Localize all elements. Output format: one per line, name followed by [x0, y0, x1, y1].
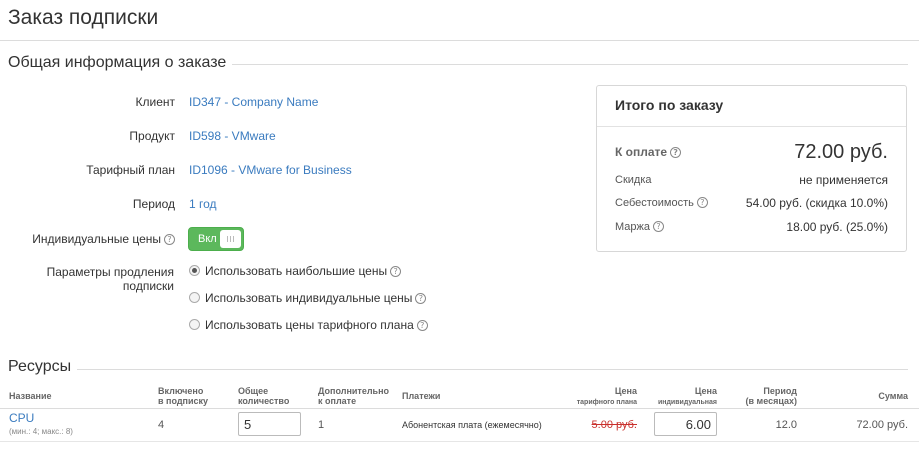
- resource-sum: 72.00 руб.: [856, 419, 908, 431]
- header-period: Период (в месяцах): [745, 386, 797, 406]
- page-title: Заказ подписки: [8, 6, 159, 29]
- order-info-title: Общая информация о заказе: [8, 54, 233, 72]
- row-divider: [0, 441, 919, 442]
- plan-label: Тарифный план: [86, 163, 175, 177]
- to-pay-value: 72.00 руб.: [794, 141, 888, 163]
- client-row: Клиент ID347 - Company Name: [0, 92, 580, 112]
- header-sum: Сумма: [878, 391, 908, 401]
- radio-unchecked[interactable]: [189, 292, 200, 303]
- renewal-label: Параметры продления подписки: [46, 265, 174, 293]
- to-pay-label: К оплате: [615, 145, 668, 159]
- header-extra: Дополнительно к оплате: [318, 386, 390, 406]
- plan-link[interactable]: ID1096 - VMware for Business: [189, 163, 352, 177]
- header-included: Включено в подписку: [158, 386, 209, 406]
- product-row: Продукт ID598 - VMware: [0, 126, 580, 146]
- help-icon[interactable]: ?: [696, 197, 708, 208]
- individual-price-input[interactable]: [654, 412, 717, 436]
- header-name: Название: [9, 391, 52, 401]
- toggle-label: Вкл: [198, 233, 217, 245]
- order-summary-panel: Итого по заказу К оплате? 72.00 руб. Ски…: [596, 85, 907, 252]
- title-divider: [0, 40, 919, 41]
- cost-value: 54.00 руб. (скидка 10.0%): [745, 196, 888, 210]
- individual-prices-label: Индивидуальные цены: [32, 232, 161, 246]
- help-icon[interactable]: ?: [415, 293, 427, 304]
- plan-price: 5.00 руб.: [591, 419, 637, 431]
- header-payments: Платежи: [402, 391, 441, 401]
- product-link[interactable]: ID598 - VMware: [189, 129, 276, 143]
- resource-limits: (мин.: 4; макс.: 8): [9, 427, 73, 436]
- resource-name-link[interactable]: CPU: [9, 411, 34, 425]
- help-icon[interactable]: ?: [416, 320, 428, 331]
- period-link[interactable]: 1 год: [189, 197, 217, 211]
- resource-payment: Абонентская плата (ежемесячно): [402, 420, 542, 430]
- cost-label: Себестоимость: [615, 197, 694, 209]
- discount-label: Скидка: [615, 174, 652, 186]
- header-individual-price: Цена индивидуальная: [657, 386, 717, 406]
- resources-divider: [8, 369, 908, 370]
- radio-label: Использовать наибольшие цены?: [205, 264, 402, 278]
- total-quantity-input[interactable]: [238, 412, 301, 436]
- header-plan-price: Цена тарифного плана: [576, 386, 637, 406]
- help-icon[interactable]: ?: [390, 266, 402, 277]
- radio-label: Использовать индивидуальные цены?: [205, 291, 427, 305]
- header-total: Общее количество: [238, 386, 290, 406]
- cost-label-wrap: Себестоимость?: [615, 197, 708, 209]
- product-label: Продукт: [129, 129, 175, 143]
- plan-row: Тарифный план ID1096 - VMware for Busine…: [0, 160, 580, 180]
- client-label: Клиент: [135, 95, 176, 109]
- individual-prices-label-wrap: Индивидуальные цены?: [32, 232, 175, 246]
- radio-label: Использовать цены тарифного плана?: [205, 318, 428, 332]
- client-link[interactable]: ID347 - Company Name: [189, 95, 318, 109]
- to-pay-label-wrap: К оплате?: [615, 145, 682, 159]
- margin-label-wrap: Маржа?: [615, 221, 664, 233]
- radio-checked[interactable]: [189, 265, 200, 276]
- resource-extra: 1: [318, 419, 325, 431]
- resources-table-header: Название Включено в подписку Общее количес…: [0, 385, 919, 409]
- toggle-knob: [220, 230, 241, 248]
- resource-period: 12.0: [775, 419, 797, 431]
- discount-value: не применяется: [799, 173, 888, 187]
- margin-value: 18.00 руб. (25.0%): [786, 220, 888, 234]
- summary-divider: [597, 126, 906, 127]
- margin-label: Маржа: [615, 221, 650, 233]
- individual-prices-row: Индивидуальные цены?: [0, 229, 580, 249]
- help-icon[interactable]: ?: [670, 147, 682, 158]
- individual-prices-toggle[interactable]: Вкл: [188, 227, 244, 251]
- help-icon[interactable]: ?: [164, 234, 175, 245]
- help-icon[interactable]: ?: [653, 221, 664, 232]
- resource-included: 4: [158, 419, 165, 431]
- radio-unchecked[interactable]: [189, 319, 200, 330]
- summary-title: Итого по заказу: [615, 97, 724, 113]
- resources-title: Ресурсы: [8, 358, 78, 376]
- period-label: Период: [132, 197, 175, 211]
- period-row: Период 1 год: [0, 194, 580, 214]
